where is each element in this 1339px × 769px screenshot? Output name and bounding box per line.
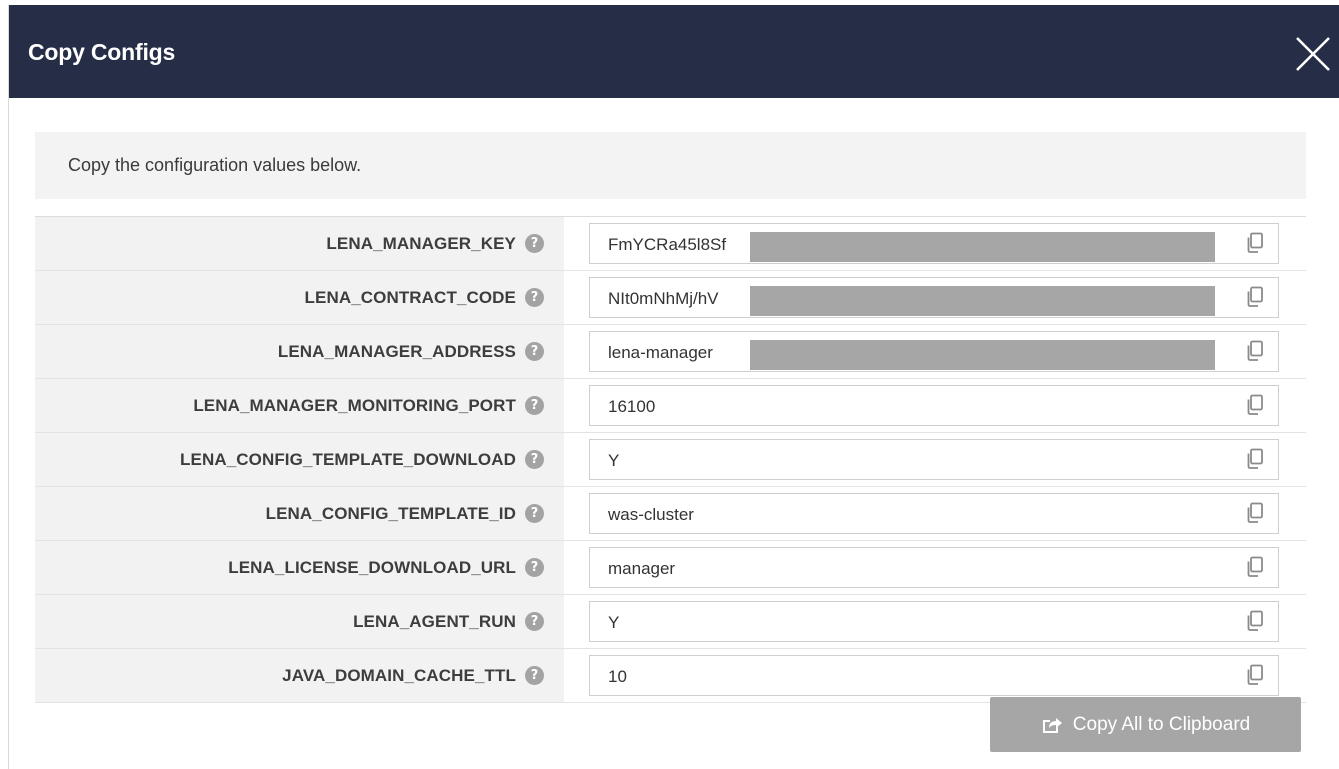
config-value: 10 (608, 667, 627, 686)
copy-icon[interactable] (1245, 556, 1265, 578)
share-icon (1042, 717, 1062, 733)
config-label: LENA_CONFIG_TEMPLATE_DOWNLOAD (180, 449, 516, 469)
help-icon[interactable]: ? (525, 612, 544, 631)
config-label: LENA_CONFIG_TEMPLATE_ID (265, 503, 516, 523)
config-value-field[interactable]: NIt0mNhMj/hV (589, 277, 1279, 318)
config-label-cell: LENA_CONFIG_TEMPLATE_DOWNLOAD ? (35, 433, 564, 486)
redaction-mask (750, 286, 1215, 316)
help-icon[interactable]: ? (525, 558, 544, 577)
config-label: LENA_AGENT_RUN (353, 611, 516, 631)
config-value-field[interactable]: lena-manager (589, 331, 1279, 372)
config-row-lena-license-download-url: LENA_LICENSE_DOWNLOAD_URL ? manager (35, 541, 1306, 595)
modal-header: Copy Configs (9, 5, 1339, 98)
config-value-field[interactable]: 10 (589, 655, 1279, 696)
info-box: Copy the configuration values below. (35, 132, 1306, 199)
config-label-cell: LENA_MANAGER_MONITORING_PORT ? (35, 379, 564, 432)
copy-all-label: Copy All to Clipboard (1072, 713, 1251, 735)
redaction-mask (750, 232, 1215, 262)
copy-all-button[interactable]: Copy All to Clipboard (990, 697, 1301, 752)
help-icon[interactable]: ? (525, 450, 544, 469)
help-icon[interactable]: ? (525, 666, 544, 685)
config-value: FmYCRa45l8Sf (608, 235, 727, 254)
config-label-cell: LENA_MANAGER_ADDRESS ? (35, 325, 564, 378)
config-label: JAVA_DOMAIN_CACHE_TTL (282, 665, 516, 685)
config-value: 16100 (608, 397, 656, 416)
config-value: NIt0mNhMj/hV (608, 289, 719, 308)
info-text: Copy the configuration values below. (68, 155, 362, 175)
config-row-lena-config-template-download: LENA_CONFIG_TEMPLATE_DOWNLOAD ? Y (35, 433, 1306, 487)
config-label-cell: LENA_AGENT_RUN ? (35, 595, 564, 648)
config-row-lena-contract-code: LENA_CONTRACT_CODE ? NIt0mNhMj/hV (35, 271, 1306, 325)
config-value: Y (608, 451, 620, 470)
config-value-field[interactable]: 16100 (589, 385, 1279, 426)
help-icon[interactable]: ? (525, 396, 544, 415)
copy-icon[interactable] (1245, 664, 1265, 686)
config-row-lena-manager-address: LENA_MANAGER_ADDRESS ? lena-manager (35, 325, 1306, 379)
config-row-java-domain-cache-ttl: JAVA_DOMAIN_CACHE_TTL ? 10 (35, 649, 1306, 703)
help-icon[interactable]: ? (525, 288, 544, 307)
modal-title: Copy Configs (28, 39, 176, 65)
config-label: LENA_MANAGER_KEY (326, 233, 516, 253)
copy-icon[interactable] (1245, 502, 1265, 524)
copy-icon[interactable] (1245, 448, 1265, 470)
copy-icon[interactable] (1245, 286, 1265, 308)
config-row-lena-config-template-id: LENA_CONFIG_TEMPLATE_ID ? was-cluster (35, 487, 1306, 541)
config-label: LENA_CONTRACT_CODE (304, 287, 516, 307)
config-value-field[interactable]: FmYCRa45l8Sf (589, 223, 1279, 264)
config-row-lena-manager-key: LENA_MANAGER_KEY ? FmYCRa45l8Sf (35, 217, 1306, 271)
config-label-cell: JAVA_DOMAIN_CACHE_TTL ? (35, 649, 564, 702)
config-value: lena-manager (608, 343, 713, 362)
help-icon[interactable]: ? (525, 342, 544, 361)
config-value-field[interactable]: Y (589, 601, 1279, 642)
config-value: was-cluster (608, 505, 694, 524)
config-value-field[interactable]: Y (589, 439, 1279, 480)
redaction-mask (750, 340, 1215, 370)
config-label: LENA_MANAGER_ADDRESS (277, 341, 516, 361)
copy-icon[interactable] (1245, 610, 1265, 632)
copy-icon[interactable] (1245, 232, 1265, 254)
config-value: Y (608, 613, 620, 632)
config-value: manager (608, 559, 676, 578)
config-value-field[interactable]: was-cluster (589, 493, 1279, 534)
help-icon[interactable]: ? (525, 234, 544, 253)
help-icon[interactable]: ? (525, 504, 544, 523)
config-row-lena-manager-monitoring-port: LENA_MANAGER_MONITORING_PORT ? 16100 (35, 379, 1306, 433)
config-value-field[interactable]: manager (589, 547, 1279, 588)
config-label-cell: LENA_CONFIG_TEMPLATE_ID ? (35, 487, 564, 540)
close-icon[interactable] (1291, 32, 1335, 76)
config-label: LENA_MANAGER_MONITORING_PORT (193, 395, 516, 415)
config-label-cell: LENA_CONTRACT_CODE ? (35, 271, 564, 324)
config-label-cell: LENA_LICENSE_DOWNLOAD_URL ? (35, 541, 564, 594)
copy-configs-modal: Copy Configs Copy the configuration valu… (8, 5, 1339, 769)
config-label-cell: LENA_MANAGER_KEY ? (35, 217, 564, 270)
copy-icon[interactable] (1245, 340, 1265, 362)
copy-icon[interactable] (1245, 394, 1265, 416)
config-row-lena-agent-run: LENA_AGENT_RUN ? Y (35, 595, 1306, 649)
config-label: LENA_LICENSE_DOWNLOAD_URL (228, 557, 516, 577)
